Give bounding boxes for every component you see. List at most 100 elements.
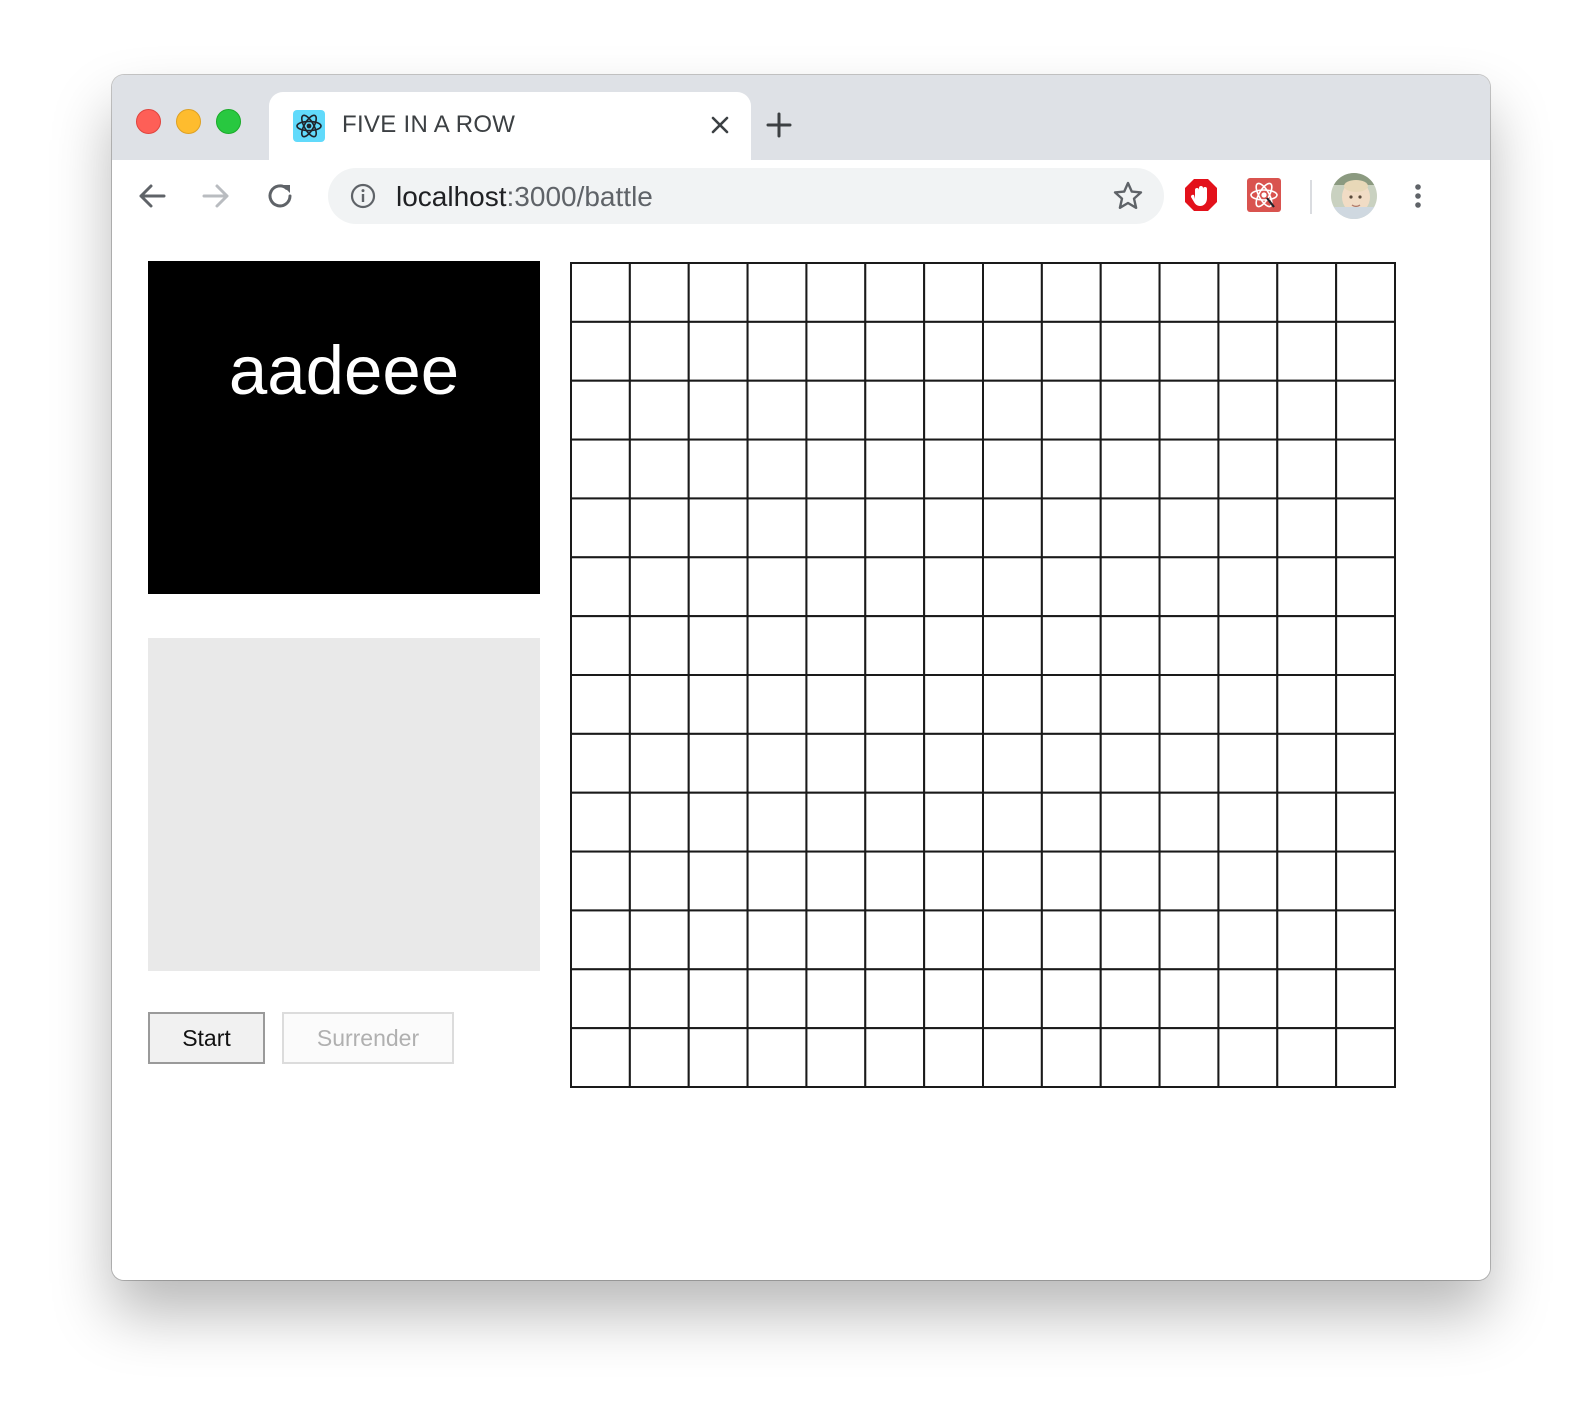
board-cell[interactable] [1335,556,1396,618]
board-cell[interactable] [805,850,867,912]
board-cell[interactable] [864,379,926,441]
board-cell[interactable] [628,615,690,676]
board-cell[interactable] [1217,320,1279,382]
board-cell[interactable] [1099,615,1161,676]
board-cell[interactable] [1276,438,1338,500]
board-cell[interactable] [1099,497,1161,559]
board-cell[interactable] [982,732,1043,794]
board-cell[interactable] [628,320,690,382]
board-cell[interactable] [570,968,631,1030]
board-cell[interactable] [687,968,749,1030]
board-cell[interactable] [1158,615,1220,676]
board-cell[interactable] [805,909,867,971]
board-cell[interactable] [1099,320,1161,382]
board-cell[interactable] [687,556,749,618]
board-cell[interactable] [1040,1027,1102,1088]
board-cell[interactable] [1276,320,1338,382]
board-cell[interactable] [923,556,984,618]
board-cell[interactable] [570,909,631,971]
board-cell[interactable] [982,262,1043,323]
board-cell[interactable] [1040,379,1102,441]
board-cell[interactable] [805,968,867,1030]
board-cell[interactable] [746,497,808,559]
board-cell[interactable] [923,615,984,676]
url-text[interactable]: localhost:3000/battle [396,181,653,213]
board-cell[interactable] [1158,674,1220,735]
board-cell[interactable] [687,379,749,441]
board-cell[interactable] [628,497,690,559]
plus-icon[interactable] [764,110,794,140]
board-cell[interactable] [982,556,1043,618]
board-cell[interactable] [570,674,631,735]
board-cell[interactable] [1335,732,1396,794]
board-cell[interactable] [1040,497,1102,559]
board-cell[interactable] [1158,320,1220,382]
board-cell[interactable] [687,1027,749,1088]
board-cell[interactable] [923,1027,984,1088]
board-cell[interactable] [982,674,1043,735]
minimize-window-button[interactable] [176,109,201,134]
board-cell[interactable] [864,438,926,500]
board-cell[interactable] [1335,379,1396,441]
board-cell[interactable] [628,438,690,500]
board-cell[interactable] [1217,674,1279,735]
board-cell[interactable] [864,909,926,971]
board-cell[interactable] [628,556,690,618]
board-cell[interactable] [1099,1027,1161,1088]
board-cell[interactable] [746,909,808,971]
board-cell[interactable] [1158,968,1220,1030]
board-cell[interactable] [628,379,690,441]
board-cell[interactable] [1158,732,1220,794]
board-cell[interactable] [628,1027,690,1088]
board-cell[interactable] [1217,791,1279,853]
board-cell[interactable] [1335,438,1396,500]
board-cell[interactable] [1217,262,1279,323]
board-cell[interactable] [805,674,867,735]
board-cell[interactable] [687,732,749,794]
board-cell[interactable] [805,438,867,500]
board-cell[interactable] [687,262,749,323]
board-cell[interactable] [1276,262,1338,323]
board-cell[interactable] [570,556,631,618]
board-cell[interactable] [923,674,984,735]
board-cell[interactable] [982,791,1043,853]
board-cell[interactable] [570,379,631,441]
board-cell[interactable] [864,497,926,559]
board-cell[interactable] [746,732,808,794]
board-cell[interactable] [1099,791,1161,853]
board-cell[interactable] [1040,909,1102,971]
board-cell[interactable] [746,968,808,1030]
board-cell[interactable] [864,850,926,912]
board-cell[interactable] [1335,615,1396,676]
board-cell[interactable] [982,909,1043,971]
arrow-left-icon[interactable] [134,178,170,214]
board-cell[interactable] [746,379,808,441]
board-cell[interactable] [687,615,749,676]
board-cell[interactable] [805,379,867,441]
board-cell[interactable] [746,850,808,912]
board-cell[interactable] [1099,379,1161,441]
board-cell[interactable] [1099,674,1161,735]
board-cell[interactable] [805,497,867,559]
board-cell[interactable] [628,732,690,794]
arrow-right-icon[interactable] [198,178,234,214]
board-cell[interactable] [923,968,984,1030]
board-cell[interactable] [923,497,984,559]
board-cell[interactable] [864,1027,926,1088]
board-cell[interactable] [687,791,749,853]
board-cell[interactable] [1335,1027,1396,1088]
board-cell[interactable] [1040,791,1102,853]
board-cell[interactable] [1217,909,1279,971]
tab-five-in-a-row[interactable]: FIVE IN A ROW [269,92,751,160]
board-cell[interactable] [628,850,690,912]
board-cell[interactable] [982,438,1043,500]
board-cell[interactable] [1040,968,1102,1030]
board-cell[interactable] [1276,1027,1338,1088]
board-cell[interactable] [805,1027,867,1088]
board-cell[interactable] [1158,1027,1220,1088]
board-cell[interactable] [570,1027,631,1088]
board-cell[interactable] [1217,615,1279,676]
board-cell[interactable] [1335,320,1396,382]
board-cell[interactable] [1040,556,1102,618]
board-cell[interactable] [746,674,808,735]
